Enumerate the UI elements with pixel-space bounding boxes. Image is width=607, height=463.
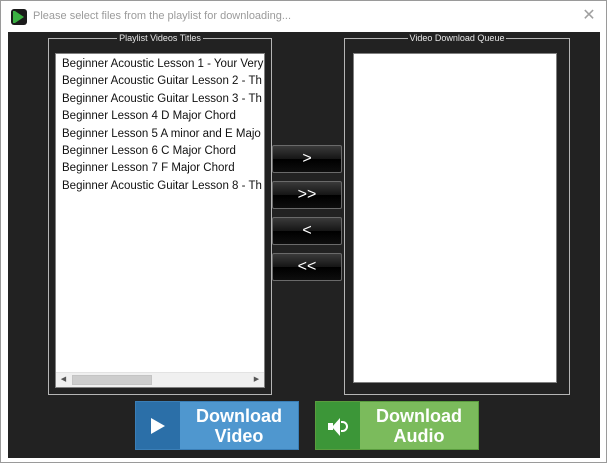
move-selected-left-button[interactable]: <	[272, 217, 342, 245]
list-item[interactable]: Beginner Lesson 6 C Major Chord	[56, 143, 264, 160]
playlist-group-label: Playlist Videos Titles	[117, 33, 203, 43]
list-item[interactable]: Beginner Lesson 4 D Major Chord	[56, 108, 264, 125]
move-selected-right-button[interactable]: >	[272, 145, 342, 173]
move-all-left-button[interactable]: <<	[272, 253, 342, 281]
play-icon	[151, 418, 165, 434]
download-audio-button[interactable]: Download Audio	[315, 401, 479, 450]
move-all-right-button[interactable]: >>	[272, 181, 342, 209]
horizontal-scrollbar[interactable]: ◀ ▶	[56, 372, 264, 387]
download-queue-listbox[interactable]	[353, 53, 557, 383]
download-audio-label-line2: Audio	[393, 426, 445, 446]
download-audio-label-line1: Download	[376, 406, 462, 426]
app-logo-icon	[11, 9, 27, 25]
download-queue-label: Video Download Queue	[407, 33, 507, 43]
scroll-right-icon[interactable]: ▶	[249, 373, 264, 387]
list-item[interactable]: Beginner Acoustic Guitar Lesson 2 - Th	[56, 73, 264, 90]
scroll-left-icon[interactable]: ◀	[56, 373, 71, 387]
playlist-listbox[interactable]: Beginner Acoustic Lesson 1 - Your Very B…	[55, 53, 265, 388]
window-title: Please select files from the playlist fo…	[33, 10, 292, 22]
playlist-group: Playlist Videos Titles Beginner Acoustic…	[48, 33, 272, 395]
download-video-label-line2: Video	[214, 426, 264, 446]
download-video-button[interactable]: Download Video	[135, 401, 299, 450]
close-button[interactable]: ✕	[578, 5, 600, 27]
download-queue-group: Video Download Queue	[344, 33, 570, 395]
chevron-right-icon: >	[302, 150, 312, 167]
dialog-window: Please select files from the playlist fo…	[0, 0, 607, 463]
double-chevron-left-icon: <<	[297, 258, 317, 275]
speaker-icon	[328, 417, 348, 436]
list-item[interactable]: Beginner Acoustic Guitar Lesson 3 - Th	[56, 91, 264, 108]
list-item[interactable]: Beginner Acoustic Lesson 1 - Your Very	[56, 56, 264, 73]
list-item[interactable]: Beginner Acoustic Guitar Lesson 8 - Th	[56, 178, 264, 195]
double-chevron-right-icon: >>	[297, 186, 317, 203]
scrollbar-thumb[interactable]	[72, 375, 152, 385]
download-video-label-line1: Download	[196, 406, 282, 426]
title-bar: Please select files from the playlist fo…	[1, 1, 606, 32]
list-item[interactable]: Beginner Lesson 5 A minor and E Majo	[56, 126, 264, 143]
chevron-left-icon: <	[302, 222, 312, 239]
dialog-body: Playlist Videos Titles Beginner Acoustic…	[8, 32, 600, 458]
list-item[interactable]: Beginner Lesson 7 F Major Chord	[56, 160, 264, 177]
